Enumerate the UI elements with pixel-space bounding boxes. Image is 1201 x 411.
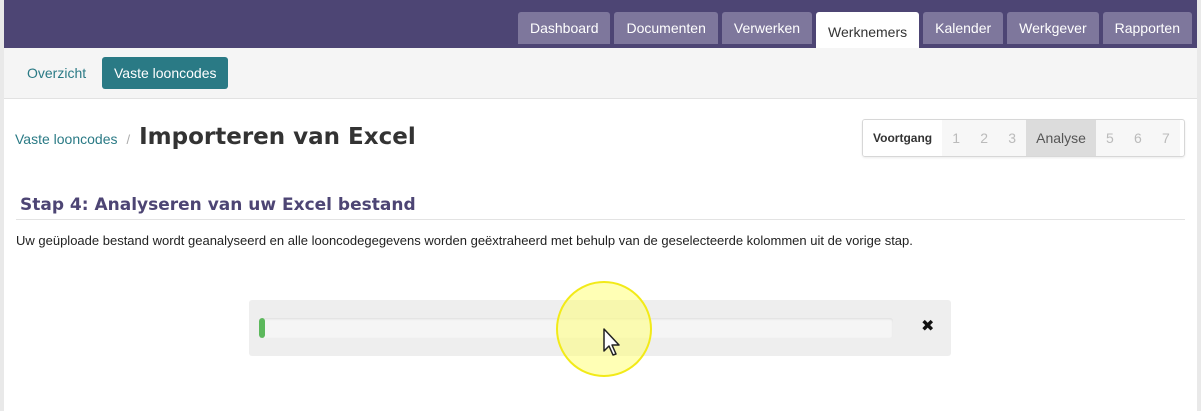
section-description: Uw geüploade bestand wordt geanalyseerd …	[16, 233, 913, 248]
subnav-item-overzicht[interactable]: Overzicht	[15, 57, 98, 89]
top-navigation-bar: Dashboard Documenten Verwerken Werknemer…	[4, 0, 1197, 52]
tab-werknemers[interactable]: Werknemers	[816, 12, 920, 52]
close-icon[interactable]: ✖	[921, 316, 937, 338]
tab-kalender[interactable]: Kalender	[923, 12, 1004, 44]
progress-step-5: 5	[1095, 120, 1124, 156]
sub-navigation: Overzicht Vaste looncodes	[4, 48, 1197, 99]
progress-step-analyse: Analyse	[1026, 120, 1096, 156]
breadcrumb: Vaste looncodes / Importeren van Excel	[15, 124, 416, 150]
tab-verwerken[interactable]: Verwerken	[721, 12, 813, 44]
breadcrumb-separator: /	[126, 132, 131, 147]
mouse-cursor-icon	[603, 328, 620, 356]
subnav-item-vaste-looncodes[interactable]: Vaste looncodes	[102, 57, 229, 89]
tab-dashboard[interactable]: Dashboard	[517, 12, 611, 44]
main-tabs: Dashboard Documenten Verwerken Werknemer…	[517, 12, 1192, 52]
tab-documenten[interactable]: Documenten	[614, 12, 718, 44]
section-title: Stap 4: Analyseren van uw Excel bestand	[20, 195, 416, 215]
progress-step-2: 2	[970, 120, 999, 156]
tab-rapporten[interactable]: Rapporten	[1102, 12, 1192, 44]
section-divider	[16, 219, 1185, 220]
app-window: Dashboard Documenten Verwerken Werknemer…	[0, 0, 1201, 411]
progress-steps-label: Voortgang	[863, 120, 943, 156]
progress-step-1: 1	[942, 120, 971, 156]
tab-werkgever[interactable]: Werkgever	[1007, 12, 1099, 44]
page-title: Importeren van Excel	[139, 124, 416, 150]
progress-step-7: 7	[1151, 120, 1180, 156]
breadcrumb-link-vaste-looncodes[interactable]: Vaste looncodes	[15, 131, 117, 147]
progress-step-6: 6	[1123, 120, 1152, 156]
progress-step-3: 3	[998, 120, 1027, 156]
progress-bar-fill	[259, 318, 266, 338]
progress-steps: Voortgang 1 2 3 Analyse 5 6 7	[862, 119, 1185, 157]
